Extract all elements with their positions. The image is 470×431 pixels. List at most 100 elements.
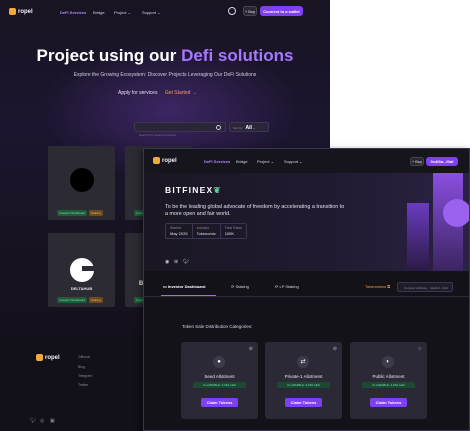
get-started-label: Get Started — [164, 90, 191, 96]
apply-row: Apply for services Get Started → — [118, 90, 197, 96]
footer-logo[interactable]: ropel — [36, 354, 60, 361]
allocation-name: Private-1 Allotment — [284, 374, 323, 379]
nav-defi-services[interactable]: DeFi Services — [204, 159, 230, 164]
project-card-deltahub[interactable]: DELTAHUB Investor Dashboard Staking — [48, 233, 115, 307]
github-icon[interactable]: ▣ — [50, 418, 55, 424]
info-icon[interactable]: ⊘ — [249, 346, 253, 352]
nav-defi-services[interactable]: DeFi Services — [60, 10, 86, 15]
stat-started: Started May 2025 — [166, 224, 193, 238]
nav-project[interactable]: Project ⌄ — [114, 10, 131, 15]
contract-address[interactable]: Contract Address 0xa1b4...f2c2 — [397, 282, 453, 292]
stat-industry: Industry Tokenomic — [193, 224, 221, 238]
wallet-address-button[interactable]: 0x4f3a...f3af — [426, 157, 458, 166]
nav-support-label: Support — [284, 159, 299, 164]
hero-title-highlight: Defi solutions — [181, 46, 294, 65]
deltahub-logo — [70, 258, 95, 282]
project-name-text: BITFINEX — [165, 185, 214, 195]
twitter-icon[interactable]: 🐦︎ — [30, 418, 36, 424]
categories-title: Token Sale Distribution Categories: — [182, 324, 253, 329]
tab-lp-staking[interactable]: ⟳ LP Staking — [275, 284, 299, 289]
footer-link-telegram[interactable]: Telegram — [78, 374, 92, 378]
banner-decoration — [407, 173, 469, 271]
footer-link-twitter[interactable]: Twitter — [78, 383, 88, 387]
user-icon[interactable] — [228, 7, 236, 15]
nav-support[interactable]: Support ⌄ — [284, 159, 303, 164]
top-nav: ropel DeFi Services Bridge Project ⌄ Sup… — [144, 149, 469, 173]
search-input[interactable] — [135, 131, 225, 139]
project-description: To be the leading global advocate of fre… — [165, 204, 345, 217]
claimable-amount: CLAIMABLE: 3,962 LED — [277, 382, 330, 388]
buy-button[interactable]: + Buy — [243, 6, 257, 16]
info-icon[interactable]: ⊘ — [333, 346, 337, 352]
claim-tokens-button[interactable]: Claim Tokens — [285, 398, 322, 407]
star-icon[interactable]: ☆ — [418, 346, 422, 352]
tab-investor-dashboard[interactable]: ▭ Investor Dashboard — [163, 284, 205, 289]
nav-bridge[interactable]: Bridge — [93, 10, 105, 15]
project-banner: BITFINEX❦ To be the leading global advoc… — [144, 173, 469, 271]
stat-value: 100K — [224, 231, 235, 236]
allocation-name: Seed Allotment — [204, 374, 235, 379]
chevron-down-icon: ⌄ — [127, 10, 131, 15]
chevron-down-icon: ⌄ — [252, 126, 256, 130]
tokenomics-label: Tokenomics — [365, 284, 387, 289]
contract-value: 0xa1b4...f2c2 — [430, 286, 449, 290]
instagram-icon[interactable]: ◎ — [40, 418, 44, 424]
brand-name: ropel — [18, 8, 33, 15]
stat-value: May 2025 — [170, 231, 188, 236]
connect-wallet-button[interactable]: Connect to a wallet — [260, 6, 303, 16]
tab-label: Staking — [235, 284, 249, 289]
get-started-link[interactable]: Get Started → — [165, 90, 197, 96]
leaf-icon: ❦ — [213, 185, 221, 195]
stat-value: Tokenomic — [196, 231, 216, 236]
apply-label: Apply for services — [118, 90, 158, 96]
logo-mark-icon — [36, 354, 43, 361]
telegram-icon[interactable]: ◉ — [165, 259, 169, 265]
claimable-amount: CLAIMABLE: 3,962 LED — [362, 382, 415, 388]
project-detail-window: ropel DeFi Services Bridge Project ⌄ Sup… — [143, 148, 470, 431]
nav-project-label: Project — [257, 159, 270, 164]
project-card[interactable]: Investor Dashboard Staking — [48, 146, 115, 220]
tokenomics-link[interactable]: Tokenomics ⧉ — [365, 284, 390, 289]
hero-title-plain: Project using our — [36, 46, 182, 65]
tag-investor-dashboard: Investor Dashboard — [57, 297, 88, 303]
search-icon[interactable] — [216, 125, 221, 130]
arrow-right-icon: → — [191, 90, 197, 96]
private-icon: ⇄ — [297, 356, 309, 368]
chevron-down-icon: ⌄ — [270, 159, 274, 164]
stat-label: Industry — [196, 226, 210, 230]
sort-select[interactable]: Sort by All ⌄ — [229, 122, 269, 132]
top-nav: ropel DeFi Services Bridge Project ⌄ Sup… — [0, 0, 330, 24]
tab-label: LP Staking — [279, 284, 299, 289]
footer-link-blog[interactable]: Blog — [78, 365, 85, 369]
tabs-bar: ▭ Investor Dashboard ⟳ Staking ⟳ LP Stak… — [144, 279, 469, 297]
tab-label: Investor Dashboard — [167, 284, 206, 289]
tab-staking[interactable]: ⟳ Staking — [231, 284, 249, 289]
footer-link-gitbook[interactable]: Gitbook — [78, 355, 90, 359]
tag-staking: Staking — [89, 210, 104, 216]
tag-staking: Staking — [89, 297, 104, 303]
project-name: BITFINEX❦ — [165, 185, 220, 196]
nav-project[interactable]: Project ⌄ — [257, 159, 274, 164]
claim-tokens-button[interactable]: Claim Tokens — [370, 398, 407, 407]
allocation-card-seed: ⊘ ● Seed Allotment CLAIMABLE: 3,962 LED … — [181, 342, 258, 419]
twitter-icon[interactable]: 🐦︎ — [183, 259, 189, 265]
claim-tokens-button[interactable]: Claim Tokens — [201, 398, 238, 407]
logo-mark-icon — [9, 8, 16, 15]
buy-button[interactable]: + Buy — [410, 157, 424, 166]
brand-logo[interactable]: ropel — [153, 157, 177, 164]
chevron-down-icon: ⌄ — [299, 159, 303, 164]
stat-label: Started — [170, 226, 182, 230]
github-icon[interactable]: ⊛ — [174, 259, 178, 265]
allocation-card-private: ⊘ ⇄ Private-1 Allotment CLAIMABLE: 3,962… — [265, 342, 342, 419]
staking-icon: ⟳ — [275, 284, 279, 289]
logo-mark-icon — [153, 157, 160, 164]
dashboard-icon: ▭ — [163, 284, 167, 289]
brand-name: ropel — [45, 354, 60, 361]
nav-bridge[interactable]: Bridge — [236, 159, 248, 164]
sort-label: Sort by — [233, 126, 243, 130]
copy-icon: ⧉ — [387, 284, 391, 289]
project-logo — [70, 168, 94, 192]
allocation-name: Public Allotment — [372, 374, 405, 379]
nav-support[interactable]: Support ⌄ — [142, 10, 161, 15]
brand-logo[interactable]: ropel — [9, 8, 33, 15]
